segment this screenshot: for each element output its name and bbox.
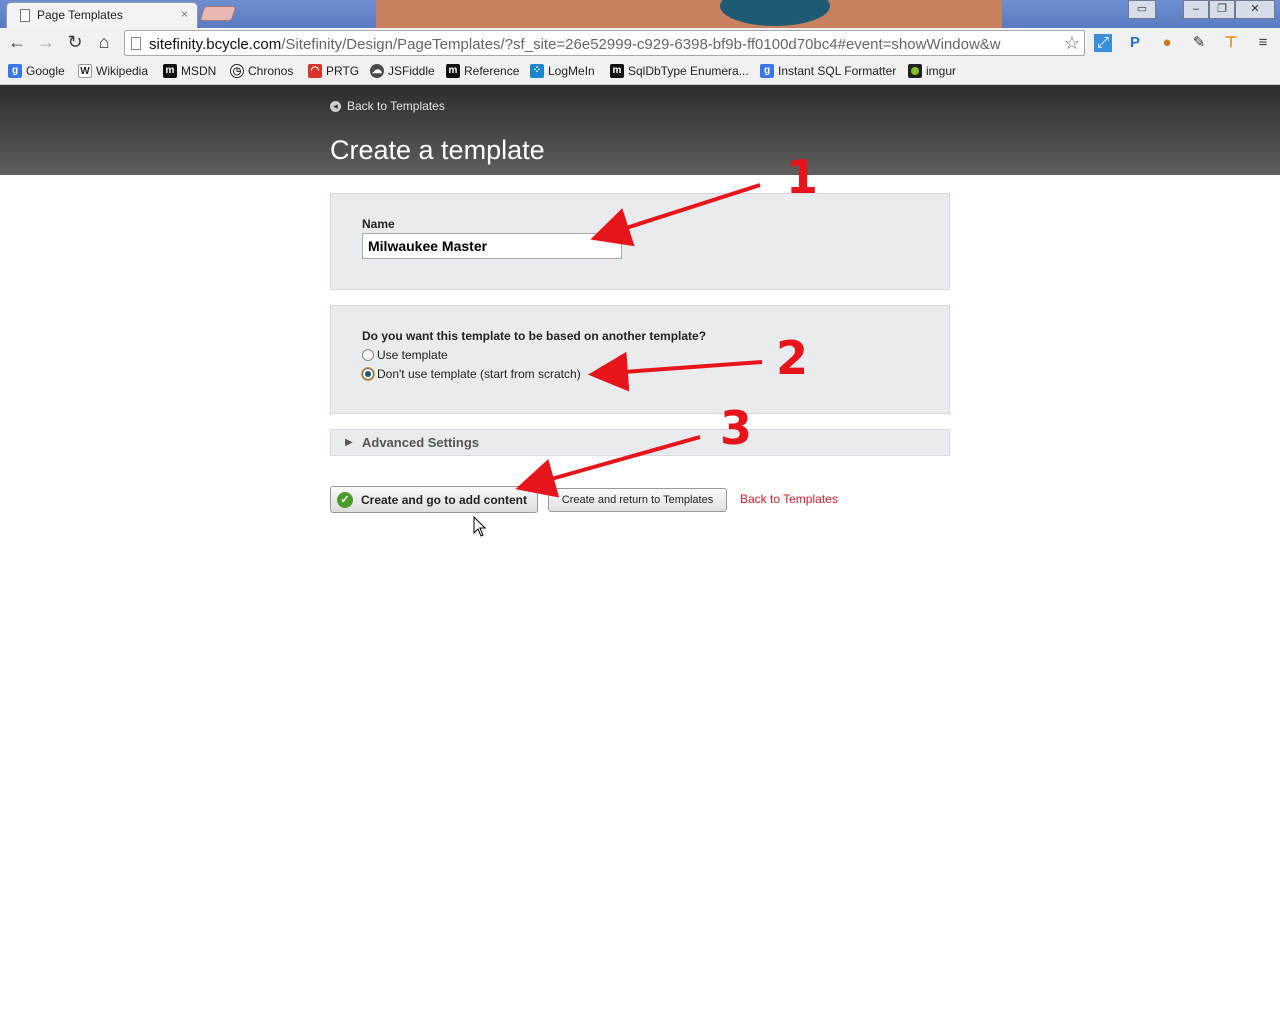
checkmark-icon: ✓ xyxy=(337,491,353,508)
extension-p-icon[interactable]: P xyxy=(1126,34,1144,52)
extension-resize-icon[interactable]: ⤢ xyxy=(1094,34,1112,52)
annotation-number-1: 1 xyxy=(786,150,819,204)
name-panel: Name xyxy=(330,193,950,290)
google-icon: g xyxy=(760,64,774,78)
browser-titlebar: Page Templates × ▭ – ❐ ✕ xyxy=(0,0,1280,28)
wikipedia-icon: W xyxy=(78,64,92,78)
advanced-settings-toggle[interactable]: ▶ Advanced Settings xyxy=(330,429,950,456)
bookmark-label: MSDN xyxy=(181,64,217,78)
create-and-add-content-button[interactable]: ✓ Create and go to add content xyxy=(330,486,538,513)
name-label: Name xyxy=(362,217,395,231)
start-from-scratch-radio[interactable] xyxy=(361,367,375,381)
url-path: /Sitefinity/Design/PageTemplates/?sf_sit… xyxy=(281,36,1001,53)
bookmark-logmein[interactable]: ⁘ LogMeIn xyxy=(530,62,595,80)
forward-arrow-icon[interactable]: → xyxy=(35,31,57,53)
back-arrow-icon[interactable]: ← xyxy=(6,31,28,53)
restore-button[interactable]: ❐ xyxy=(1209,0,1235,19)
bookmark-label: JSFiddle xyxy=(388,64,435,78)
profile-icon[interactable]: ▭ xyxy=(1128,0,1156,19)
url-text[interactable]: sitefinity.bcycle.com/Sitefinity/Design/… xyxy=(149,36,1061,53)
bookmark-label: LogMeIn xyxy=(548,64,595,78)
bookmark-prtg[interactable]: ◠ PRTG xyxy=(308,62,359,80)
bookmark-instant-sql[interactable]: g Instant SQL Formatter xyxy=(760,62,896,80)
desktop-wallpaper xyxy=(376,0,1002,28)
page-header: ◂ Back to Templates Create a template xyxy=(0,85,1280,175)
template-choice-panel: Do you want this template to be based on… xyxy=(330,305,950,414)
bookmark-google[interactable]: g Google xyxy=(8,62,65,80)
bookmark-wikipedia[interactable]: W Wikipedia xyxy=(78,62,148,80)
use-template-option[interactable]: Use template xyxy=(362,348,448,362)
prtg-icon: ◠ xyxy=(308,64,322,78)
back-link-label: Back to Templates xyxy=(347,99,445,113)
back-to-templates-link[interactable]: Back to Templates xyxy=(740,492,838,506)
bookmark-label: imgur xyxy=(926,64,957,78)
reload-icon[interactable]: ↻ xyxy=(64,31,86,53)
logmein-icon: ⁘ xyxy=(530,64,544,78)
msdn-icon: m xyxy=(610,64,624,78)
jsfiddle-icon: ☁ xyxy=(370,64,384,78)
back-circle-icon: ◂ xyxy=(330,100,341,112)
bookmark-label: Google xyxy=(26,64,65,78)
page-title: Create a template xyxy=(330,135,545,165)
create-and-return-button[interactable]: Create and return to Templates xyxy=(548,488,727,512)
annotation-number-3: 3 xyxy=(720,401,753,455)
home-icon[interactable]: ⌂ xyxy=(93,31,115,53)
bookmark-jsfiddle[interactable]: ☁ JSFiddle xyxy=(370,62,435,80)
expand-triangle-icon: ▶ xyxy=(345,437,353,448)
bookmark-imgur[interactable]: imgur xyxy=(908,62,956,80)
tab-close-icon[interactable]: × xyxy=(181,7,188,21)
page-icon xyxy=(131,37,141,50)
new-tab-button[interactable] xyxy=(199,6,237,21)
ruler-icon[interactable]: ⊤ xyxy=(1222,34,1240,52)
back-to-templates-link-top[interactable]: ◂ Back to Templates xyxy=(330,99,445,113)
bookmark-label: PRTG xyxy=(326,64,360,78)
bookmark-sqldbtype[interactable]: m SqlDbType Enumera... xyxy=(610,62,749,80)
tab-title: Page Templates xyxy=(37,8,123,22)
bookmark-label: Reference xyxy=(464,64,520,78)
chronos-icon: ◷ xyxy=(230,64,244,78)
bookmark-label: Chronos xyxy=(248,64,294,78)
close-window-button[interactable]: ✕ xyxy=(1235,0,1275,19)
reference-icon: m xyxy=(446,64,460,78)
browser-tab-active[interactable]: Page Templates × xyxy=(6,2,198,28)
imgur-icon xyxy=(908,64,922,78)
msdn-icon: m xyxy=(163,64,177,78)
start-from-scratch-option[interactable]: Don't use template (start from scratch) xyxy=(361,367,581,381)
google-icon: g xyxy=(8,64,22,78)
template-question: Do you want this template to be based on… xyxy=(362,329,707,343)
address-bar[interactable]: sitefinity.bcycle.com/Sitefinity/Design/… xyxy=(124,30,1085,56)
bookmark-star-icon[interactable]: ☆ xyxy=(1064,33,1080,54)
bookmark-msdn[interactable]: m MSDN xyxy=(163,62,216,80)
minimize-button[interactable]: – xyxy=(1183,0,1209,19)
use-template-radio[interactable] xyxy=(362,349,374,361)
use-template-label: Use template xyxy=(377,348,448,362)
bookmark-reference[interactable]: m Reference xyxy=(446,62,519,80)
bookmark-label: Instant SQL Formatter xyxy=(778,64,897,78)
page-icon xyxy=(20,9,30,22)
bookmarks-bar: g Google W Wikipedia m MSDN ◷ Chronos ◠ … xyxy=(0,58,1280,85)
bookmark-chronos[interactable]: ◷ Chronos xyxy=(230,62,293,80)
url-host: sitefinity.bcycle.com xyxy=(149,36,282,53)
cookie-icon[interactable]: ● xyxy=(1158,34,1176,52)
mouse-cursor-icon xyxy=(473,516,487,537)
menu-icon[interactable]: ≡ xyxy=(1254,34,1272,52)
eyedropper-icon[interactable]: ✎ xyxy=(1190,34,1208,52)
annotation-number-2: 2 xyxy=(776,331,809,385)
browser-toolbar: ← → ↻ ⌂ sitefinity.bcycle.com/Sitefinity… xyxy=(0,28,1280,58)
bookmark-label: Wikipedia xyxy=(96,64,149,78)
name-input[interactable] xyxy=(362,233,622,259)
create-and-add-content-label: Create and go to add content xyxy=(361,492,528,507)
bookmark-label: SqlDbType Enumera... xyxy=(628,64,749,78)
advanced-settings-label: Advanced Settings xyxy=(362,435,480,450)
start-from-scratch-label: Don't use template (start from scratch) xyxy=(377,367,581,381)
